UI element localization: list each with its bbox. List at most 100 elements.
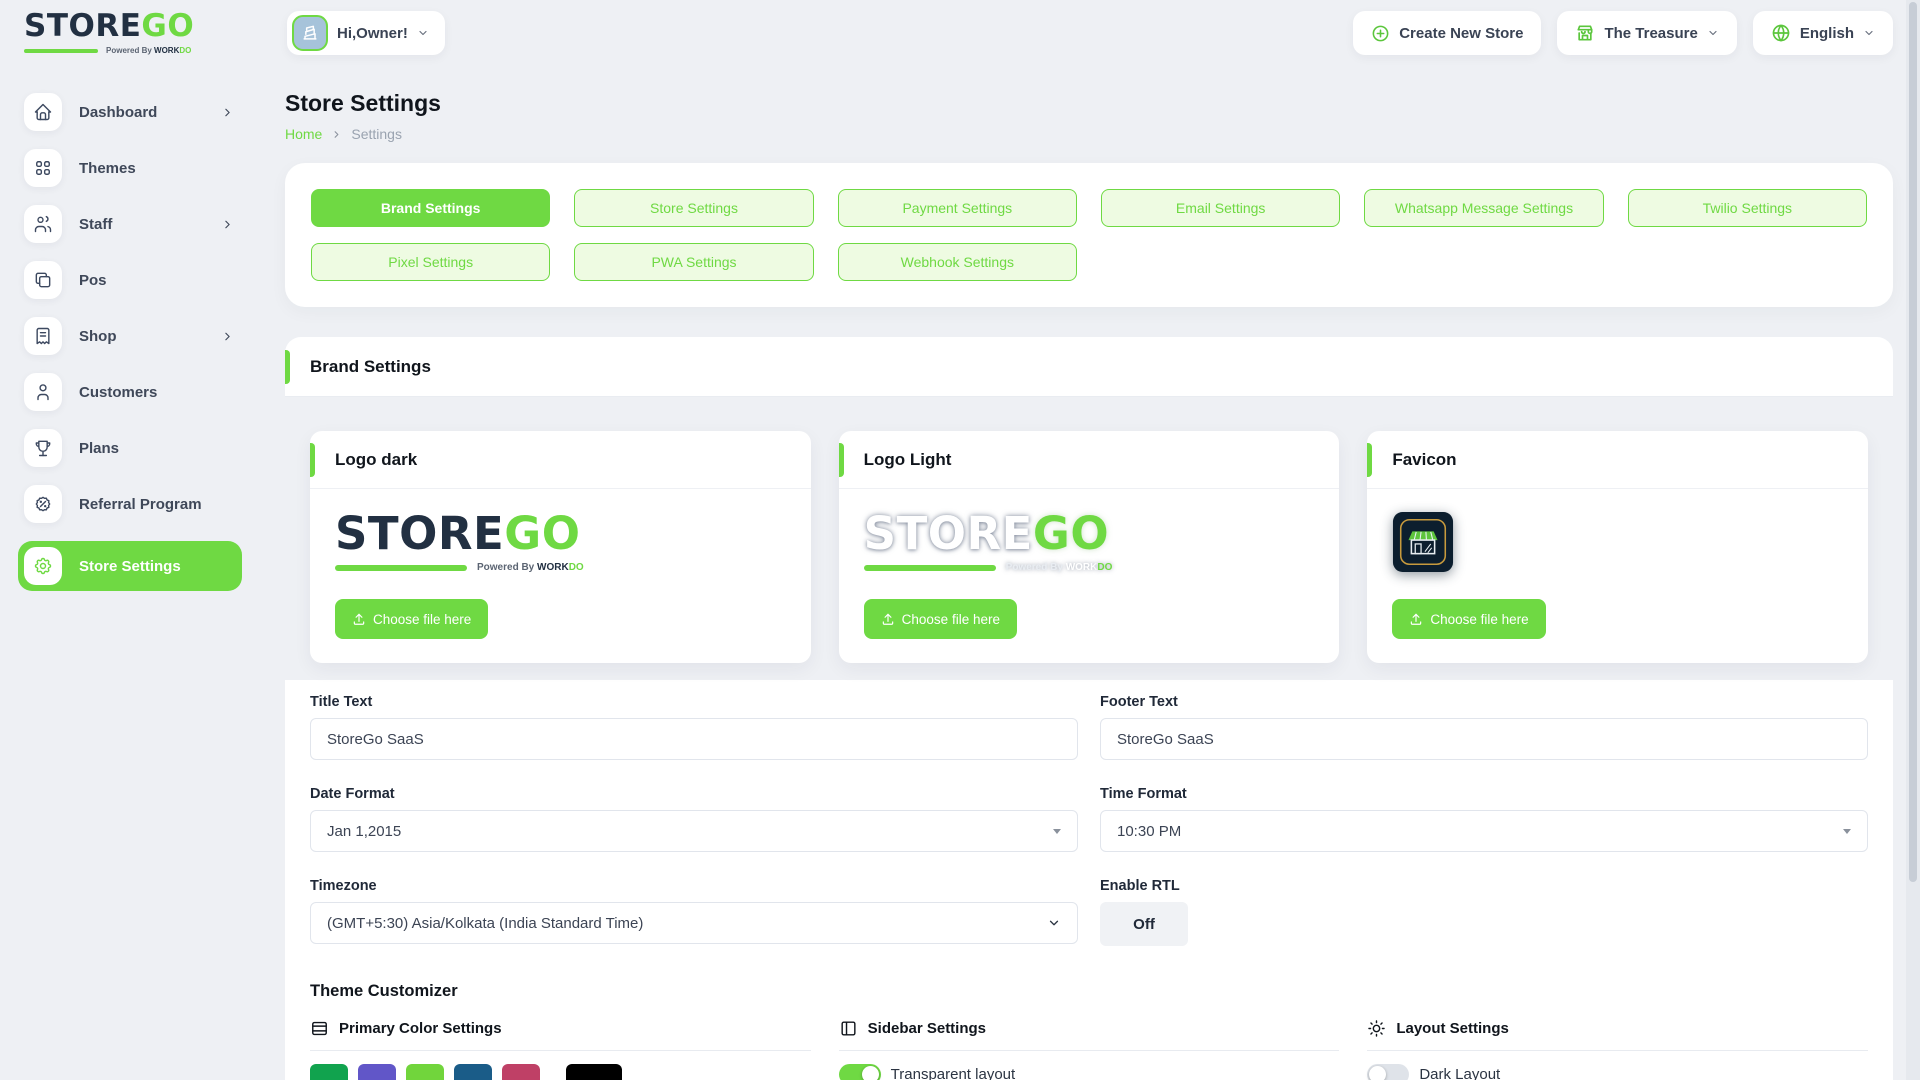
time-format-select[interactable]: 10:30 PM (1100, 810, 1868, 852)
upload-icon (1409, 612, 1423, 626)
sidebar-item-referral-program[interactable]: Referral Program (24, 485, 262, 523)
user-greeting: Hi,Owner! (337, 25, 408, 42)
logo-light-card: Logo Light STOREGO Powered By WORKDO Cho… (839, 431, 1340, 663)
footer-text-field-group: Footer Text (1100, 694, 1868, 760)
color-swatches (310, 1064, 811, 1080)
brand-settings-section: Brand Settings Logo dark STOREGO Powered… (285, 337, 1893, 1080)
date-format-label: Date Format (310, 786, 1078, 802)
sidebar-item-label: Dashboard (79, 104, 157, 121)
upload-icon (352, 612, 366, 626)
logo-underline (335, 565, 467, 571)
grid-icon (24, 149, 62, 187)
create-new-store-label: Create New Store (1399, 25, 1523, 42)
card-title: Logo Light (839, 431, 1340, 489)
main-content: Store Settings Home Settings Brand Setti… (285, 70, 1893, 1080)
chevron-down-icon (1707, 27, 1719, 39)
language-label: English (1800, 25, 1854, 42)
enable-rtl-toggle-button[interactable]: Off (1100, 902, 1188, 946)
tab-store-settings[interactable]: Store Settings (574, 189, 813, 227)
section-title: Brand Settings (310, 357, 431, 377)
sidebar-item-dashboard[interactable]: Dashboard (24, 93, 262, 131)
choose-file-button[interactable]: Choose file here (335, 599, 488, 639)
timezone-select[interactable]: (GMT+5:30) Asia/Kolkata (India Standard … (310, 902, 1078, 944)
tab-pixel-settings[interactable]: Pixel Settings (311, 243, 550, 281)
layout-sidebar-icon (839, 1019, 858, 1038)
color-swatch[interactable] (454, 1064, 492, 1080)
divider (839, 1050, 1340, 1051)
store-switcher-button[interactable]: The Treasure (1557, 11, 1736, 55)
color-swatch[interactable] (502, 1064, 540, 1080)
sidebar-item-staff[interactable]: Staff (24, 205, 262, 243)
favicon-preview (1392, 511, 1454, 573)
gear-icon (24, 547, 62, 585)
page-title: Store Settings (285, 90, 1893, 117)
store-switcher-label: The Treasure (1604, 25, 1697, 42)
tab-twilio-settings[interactable]: Twilio Settings (1628, 189, 1867, 227)
credit-card-icon (310, 1019, 329, 1038)
card-accent-bar (1367, 443, 1372, 477)
date-format-select[interactable]: Jan 1,2015 (310, 810, 1078, 852)
scrollbar-thumb[interactable] (1909, 2, 1917, 882)
tab-webhook-settings[interactable]: Webhook Settings (838, 243, 1077, 281)
sidebar: Dashboard Themes Staff Pos Shop Customer… (0, 70, 262, 609)
user-menu-button[interactable]: Hi,Owner! (287, 11, 445, 55)
footer-text-input[interactable] (1100, 718, 1868, 760)
storego-logo: STOREGO Powered By WORKDO (24, 11, 194, 55)
title-text-input[interactable] (310, 718, 1078, 760)
color-swatch[interactable] (406, 1064, 444, 1080)
sidebar-item-store-settings[interactable]: Store Settings (18, 541, 242, 591)
breadcrumb-home-link[interactable]: Home (285, 126, 322, 142)
sidebar-item-label: Shop (79, 328, 117, 345)
globe-icon (1771, 23, 1791, 43)
home-icon (24, 93, 62, 131)
dark-layout-toggle[interactable] (1367, 1064, 1409, 1080)
color-swatch[interactable] (566, 1064, 622, 1080)
plus-circle-icon (1371, 24, 1390, 43)
powered-by-text: Powered By WORKDO (106, 46, 191, 55)
logo-underline (864, 565, 996, 571)
sidebar-item-pos[interactable]: Pos (24, 261, 262, 299)
sidebar-item-label: Referral Program (79, 496, 202, 513)
tab-pwa-settings[interactable]: PWA Settings (574, 243, 813, 281)
tab-whatsapp-message-settings[interactable]: Whatsapp Message Settings (1364, 189, 1603, 227)
copy-icon (24, 261, 62, 299)
card-accent-bar (310, 443, 315, 477)
sidebar-item-label: Pos (79, 272, 107, 289)
sidebar-item-themes[interactable]: Themes (24, 149, 262, 187)
tab-email-settings[interactable]: Email Settings (1101, 189, 1340, 227)
tab-payment-settings[interactable]: Payment Settings (838, 189, 1077, 227)
sidebar-settings: Sidebar Settings Transparent layout (839, 1019, 1340, 1080)
color-swatch[interactable] (358, 1064, 396, 1080)
sun-icon (1367, 1019, 1386, 1038)
chevron-down-icon (1863, 27, 1875, 39)
sidebar-item-label: Plans (79, 440, 119, 457)
language-switcher-button[interactable]: English (1753, 11, 1893, 55)
timezone-field-group: Timezone (GMT+5:30) Asia/Kolkata (India … (310, 878, 1078, 946)
settings-tabs: Brand Settings Store Settings Payment Se… (285, 163, 1893, 307)
color-swatch[interactable] (310, 1064, 348, 1080)
dropdown-arrow-icon (1053, 829, 1061, 834)
choose-file-button[interactable]: Choose file here (864, 599, 1017, 639)
card-title: Logo dark (310, 431, 811, 489)
user-icon (24, 373, 62, 411)
transparent-layout-toggle[interactable] (839, 1064, 881, 1080)
users-icon (24, 205, 62, 243)
receipt-icon (24, 317, 62, 355)
tab-brand-settings[interactable]: Brand Settings (311, 189, 550, 227)
time-format-label: Time Format (1100, 786, 1868, 802)
logo-dark-card: Logo dark STOREGO Powered By WORKDO Choo… (310, 431, 811, 663)
sidebar-item-shop[interactable]: Shop (24, 317, 262, 355)
wordmark-store: STORE (24, 8, 141, 44)
sidebar-item-customers[interactable]: Customers (24, 373, 262, 411)
choose-file-button[interactable]: Choose file here (1392, 599, 1545, 639)
create-new-store-button[interactable]: Create New Store (1353, 11, 1541, 55)
top-header: STOREGO Powered By WORKDO Hi,Owner! Crea… (0, 0, 1920, 70)
time-format-field-group: Time Format 10:30 PM (1100, 786, 1868, 852)
timezone-label: Timezone (310, 878, 1078, 894)
sidebar-item-plans[interactable]: Plans (24, 429, 262, 467)
trophy-icon (24, 429, 62, 467)
divider (310, 1050, 811, 1051)
logo-cards-row: Logo dark STOREGO Powered By WORKDO Choo… (285, 397, 1893, 680)
powered-by-text: Powered By WORKDO (477, 562, 584, 573)
chevron-right-icon (221, 106, 234, 119)
